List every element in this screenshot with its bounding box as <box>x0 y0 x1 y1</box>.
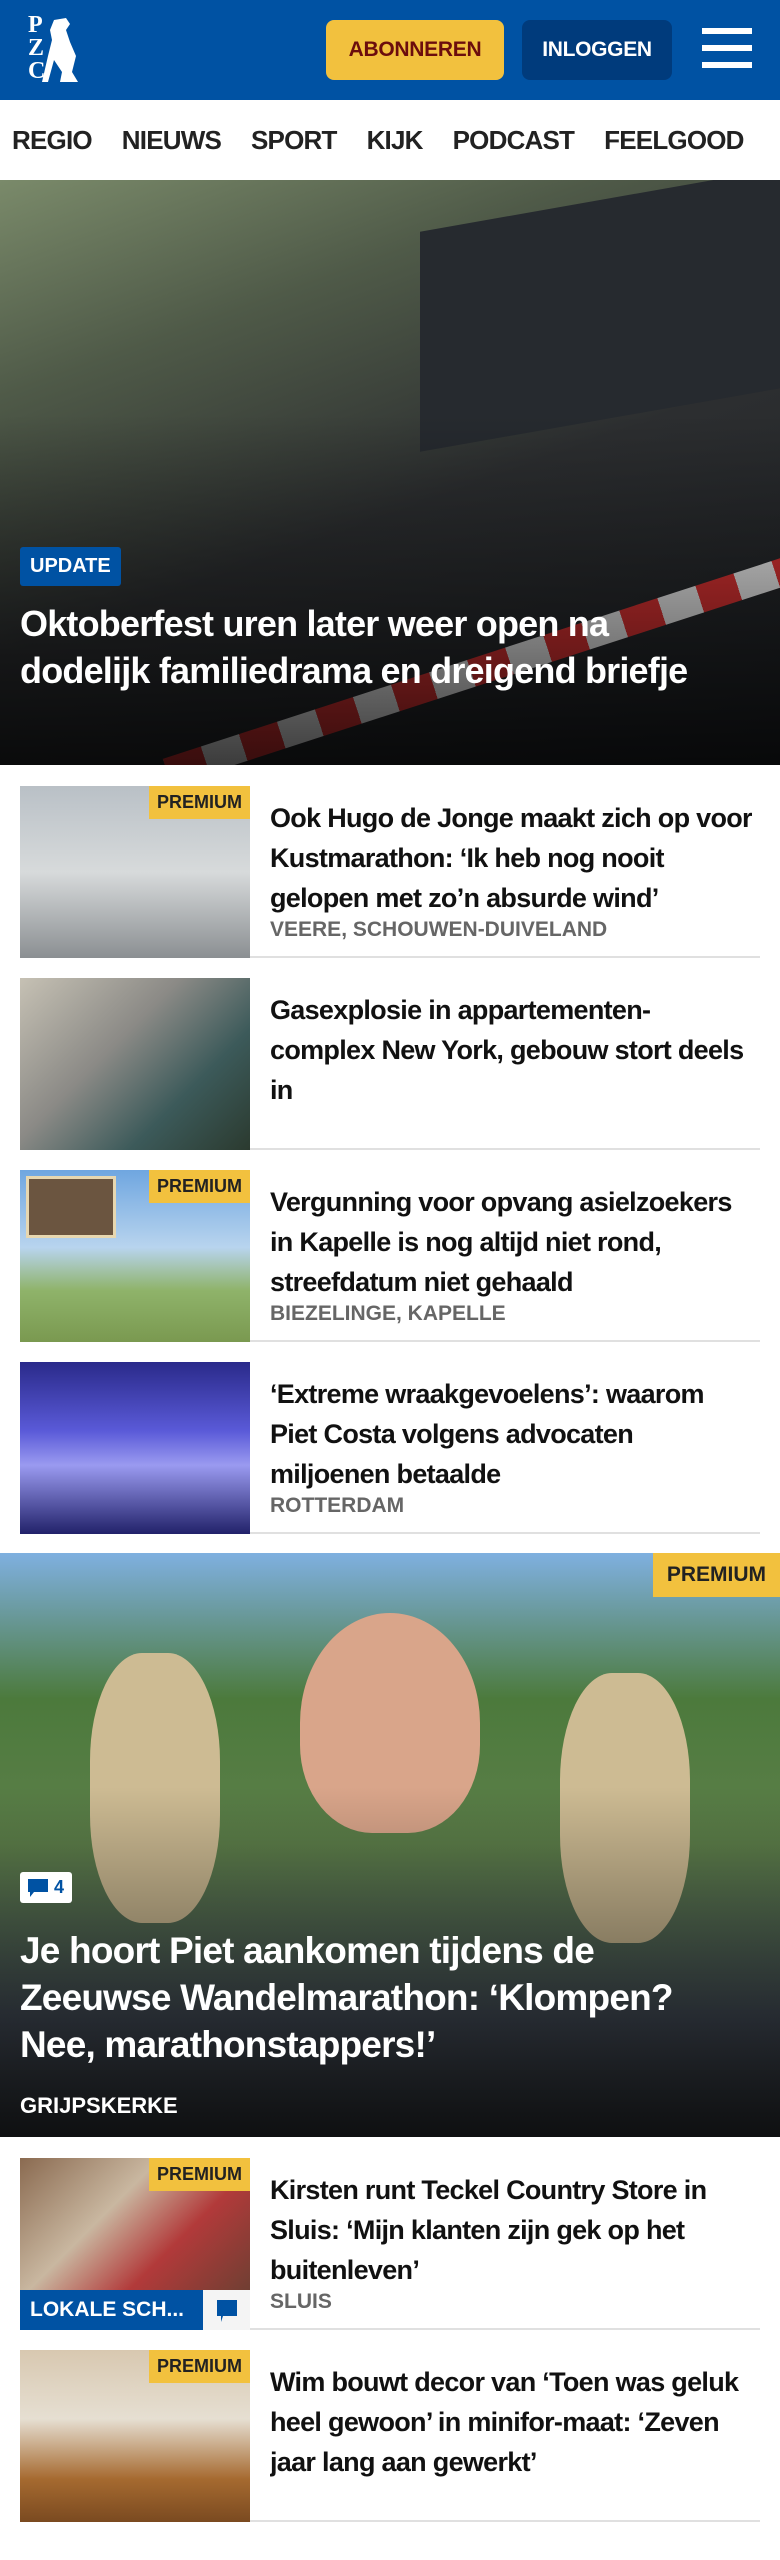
nav-sport[interactable]: SPORT <box>251 125 337 156</box>
category-label: LOKALE SCH... <box>20 2290 203 2330</box>
premium-badge: PREMIUM <box>149 1170 250 1203</box>
premium-badge: PREMIUM <box>652 1553 780 1597</box>
article-item[interactable]: PREMIUM Wim bouwt decor van ‘Toen was ge… <box>20 2350 760 2522</box>
hero-image-car <box>420 180 780 452</box>
nav-regio[interactable]: REGIO <box>12 125 93 156</box>
article-title[interactable]: Kirsten runt Teckel Country Store in Slu… <box>270 2170 752 2290</box>
article-location: VEERE, SCHOUWEN-DUIVELAND <box>270 918 608 941</box>
nav-feelgood[interactable]: FEELGOOD <box>604 125 744 156</box>
article-title[interactable]: Vergunning voor opvang asielzoekers in K… <box>270 1182 752 1302</box>
article-thumbnail: PREMIUM <box>20 2350 250 2522</box>
site-header: PZC ABONNEREN INLOGGEN <box>0 0 780 100</box>
section-nav: REGIO NIEUWS SPORT KIJK PODCAST FEELGOOD <box>0 100 780 180</box>
hero-article-2[interactable]: PREMIUM 4 Je hoort Piet aankomen tijdens… <box>0 1553 780 2137</box>
article-thumbnail: PREMIUM <box>20 786 250 958</box>
lion-logo-icon <box>42 18 78 82</box>
article-item[interactable]: Gasexplosie in appartementen-complex New… <box>20 978 760 1150</box>
article-item[interactable]: PREMIUM LOKALE SCH... Kirsten runt Tecke… <box>20 2158 760 2330</box>
comment-icon <box>217 2300 237 2322</box>
hero-title[interactable]: Je hoort Piet aankomen tijdens de Zeeuws… <box>20 1927 740 2068</box>
comment-count: 4 <box>54 1877 65 1897</box>
article-location: SLUIS <box>270 2290 332 2313</box>
article-thumbnail <box>20 1362 250 1534</box>
hero-article[interactable]: UPDATE Oktoberfest uren later weer open … <box>0 180 780 765</box>
hero-location: GRIJPSKERKE <box>20 2093 178 2118</box>
article-location: ROTTERDAM <box>270 1494 405 1517</box>
article-location: BIEZELINGE, KAPELLE <box>270 1302 506 1325</box>
subscribe-button[interactable]: ABONNEREN <box>326 20 504 80</box>
nav-podcast[interactable]: PODCAST <box>453 125 575 156</box>
comment-icon <box>28 1878 48 1897</box>
hero-title[interactable]: Oktoberfest uren later weer open na dode… <box>20 600 740 694</box>
article-title[interactable]: Ook Hugo de Jonge maakt zich op voor Kus… <box>270 798 752 918</box>
premium-badge: PREMIUM <box>149 2350 250 2383</box>
premium-badge: PREMIUM <box>149 786 250 819</box>
nav-nieuws[interactable]: NIEUWS <box>122 125 222 156</box>
comment-button[interactable] <box>203 2290 250 2330</box>
article-thumbnail: PREMIUM LOKALE SCH... <box>20 2158 250 2330</box>
article-item[interactable]: PREMIUM Ook Hugo de Jonge maakt zich op … <box>20 786 760 958</box>
article-item[interactable]: ‘Extreme wraakgevoelens’: waarom Piet Co… <box>20 1362 760 1534</box>
article-thumbnail: PREMIUM <box>20 1170 250 1342</box>
login-button[interactable]: INLOGGEN <box>522 20 672 80</box>
article-item[interactable]: PREMIUM Vergunning voor opvang asielzoek… <box>20 1170 760 1342</box>
inset-portrait <box>26 1176 116 1238</box>
premium-badge: PREMIUM <box>149 2158 250 2191</box>
article-thumbnail <box>20 978 250 1150</box>
article-title[interactable]: ‘Extreme wraakgevoelens’: waarom Piet Co… <box>270 1374 752 1494</box>
article-title[interactable]: Wim bouwt decor van ‘Toen was geluk heel… <box>270 2362 752 2482</box>
hamburger-menu-icon[interactable] <box>702 28 752 72</box>
nav-kijk[interactable]: KIJK <box>367 125 424 156</box>
article-title[interactable]: Gasexplosie in appartementen-complex New… <box>270 990 752 1110</box>
update-badge: UPDATE <box>20 547 121 586</box>
comment-count-badge[interactable]: 4 <box>20 1872 73 1903</box>
